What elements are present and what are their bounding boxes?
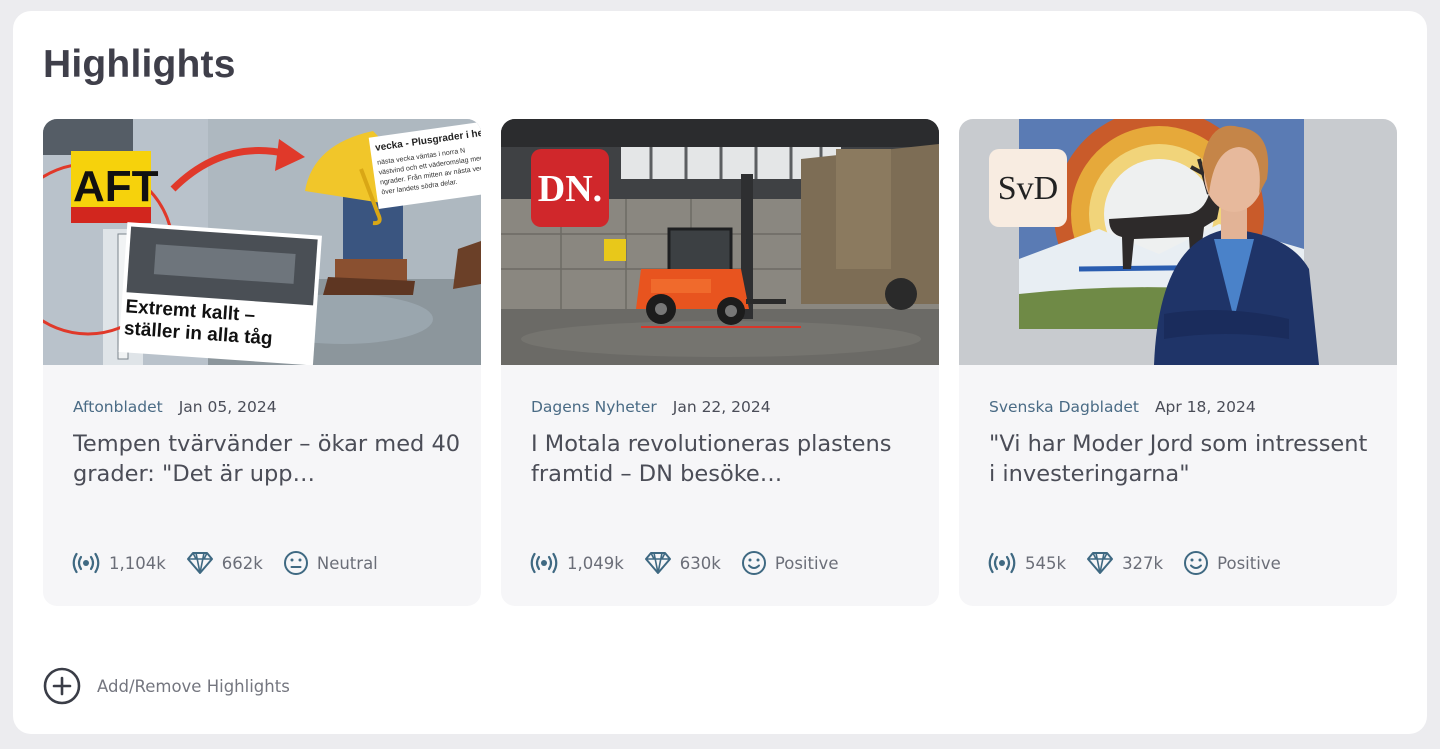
aftonbladet-logo: AFT — [71, 151, 159, 223]
reach-value: 545k — [1025, 553, 1067, 573]
source-name[interactable]: Svenska Dagbladet — [989, 398, 1139, 416]
sentiment-stat: Positive — [1183, 550, 1281, 576]
broadcast-icon — [530, 552, 558, 574]
page-title: Highlights — [43, 43, 236, 86]
diamond-icon — [1087, 552, 1114, 574]
value-amount: 327k — [1122, 553, 1164, 573]
card-stats: 1,104k 662k Neutral — [71, 548, 398, 578]
card-stats: 545k 327k Positive — [987, 548, 1301, 578]
publish-date: Jan 05, 2024 — [178, 398, 277, 416]
reach-value: 1,049k — [567, 553, 624, 573]
sentiment-label: Positive — [1217, 553, 1281, 573]
value-stat: 630k — [644, 551, 721, 575]
article-image: vecka - Plusgrader i hela nästa vecka vä… — [43, 119, 481, 365]
value-stat: 327k — [1086, 551, 1163, 575]
highlight-card-aftonbladet[interactable]: vecka - Plusgrader i hela nästa vecka vä… — [43, 119, 481, 606]
article-image: DN. — [501, 119, 939, 365]
diamond-icon — [644, 552, 671, 574]
reach-stat: 545k — [987, 552, 1066, 574]
svd-logo-text: SvD — [998, 170, 1058, 207]
card-meta: Dagens Nyheter Jan 22, 2024 — [531, 398, 771, 416]
add-remove-highlights-button[interactable]: Add/Remove Highlights — [43, 667, 290, 705]
sentiment-label: Positive — [774, 553, 839, 573]
card-stats: 1,049k 630k Positive — [529, 548, 858, 578]
smile-face-icon — [741, 551, 766, 575]
highlights-panel: Highlights vecka - Plusgrader i hela näs… — [13, 11, 1427, 734]
dn-logo: DN. — [531, 149, 609, 227]
article-image: SvD — [959, 119, 1397, 365]
article-headline[interactable]: "Vi har Moder Jord som intressent i inve… — [989, 429, 1379, 489]
dn-logo-text: DN. — [538, 168, 602, 210]
publish-date: Apr 18, 2024 — [1154, 398, 1256, 416]
sentiment-stat: Neutral — [283, 550, 378, 576]
aftonbladet-logo-text: AFT — [73, 162, 159, 211]
neutral-face-icon — [283, 551, 308, 575]
card-meta: Svenska Dagbladet Apr 18, 2024 — [989, 398, 1256, 416]
value-stat: 662k — [186, 551, 263, 575]
sentiment-stat: Positive — [741, 550, 839, 576]
reach-stat: 1,049k — [529, 552, 624, 574]
reach-value: 1,104k — [109, 553, 166, 573]
highlight-card-dagens-nyheter[interactable]: DN. Dagens Nyheter Jan 22, 2024 I Motala … — [501, 119, 939, 606]
plus-circle-icon[interactable] — [43, 667, 81, 705]
reach-stat: 1,104k — [71, 552, 166, 574]
source-name[interactable]: Dagens Nyheter — [531, 398, 657, 416]
article-headline[interactable]: Tempen tvärvänder – ökar med 40 grader: … — [73, 429, 463, 489]
card-meta: Aftonbladet Jan 05, 2024 — [73, 398, 277, 416]
diamond-icon — [186, 552, 213, 574]
highlight-card-svenska-dagbladet[interactable]: SvD Svenska Dagbladet Apr 18, 2024 "Vi ha… — [959, 119, 1397, 606]
smile-face-icon — [1184, 551, 1209, 575]
value-amount: 662k — [221, 553, 263, 573]
svd-logo: SvD — [989, 149, 1067, 227]
broadcast-icon — [988, 552, 1016, 574]
publish-date: Jan 22, 2024 — [672, 398, 771, 416]
article-headline[interactable]: I Motala revolutioneras plastens framtid… — [531, 429, 921, 489]
source-name[interactable]: Aftonbladet — [73, 398, 163, 416]
sentiment-label: Neutral — [316, 553, 378, 573]
value-amount: 630k — [679, 553, 721, 573]
add-remove-label[interactable]: Add/Remove Highlights — [97, 677, 290, 696]
broadcast-icon — [72, 552, 100, 574]
